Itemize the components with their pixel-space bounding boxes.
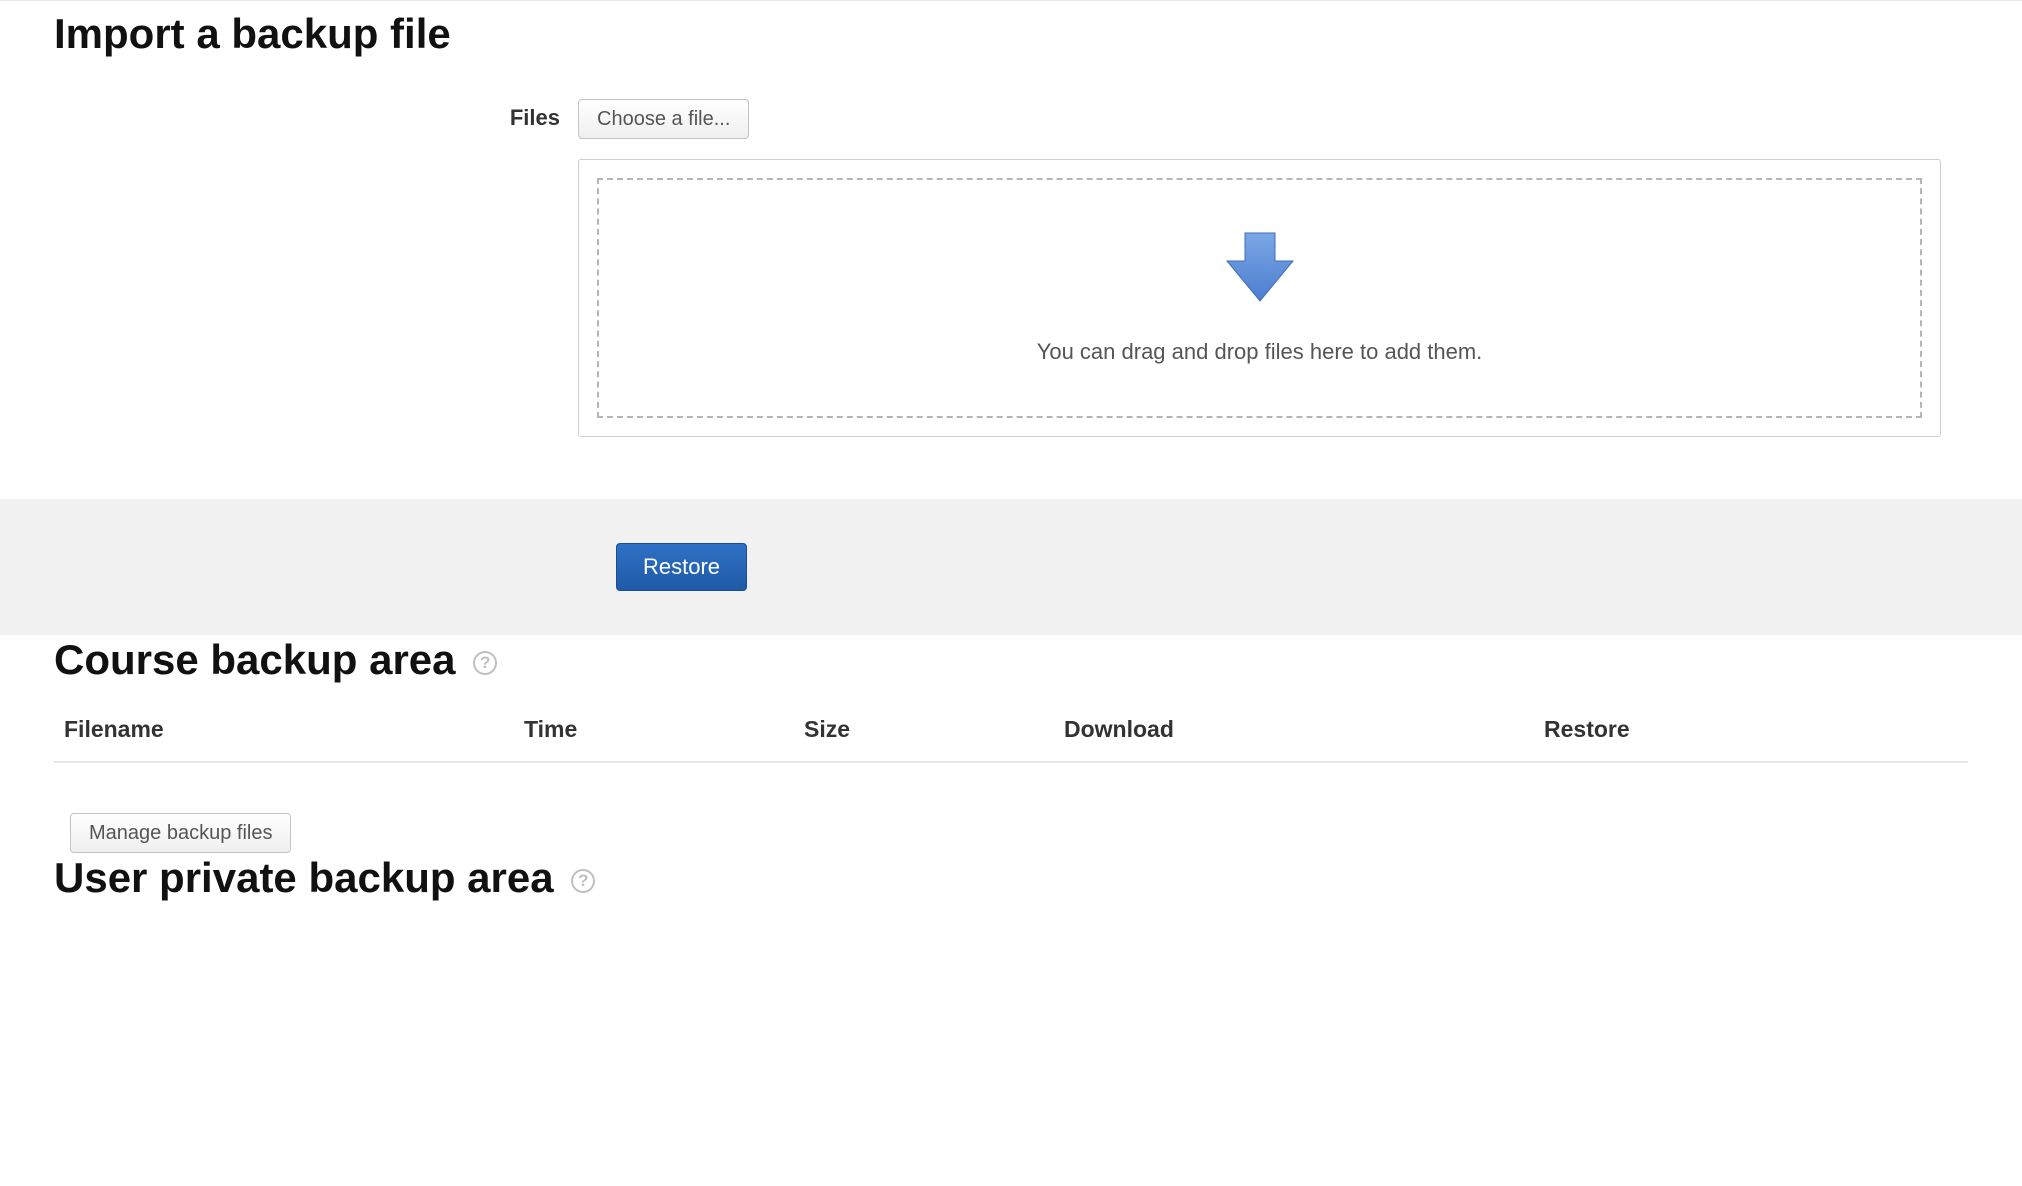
course-backup-heading-text: Course backup area bbox=[54, 636, 456, 683]
restore-button[interactable]: Restore bbox=[616, 543, 747, 591]
file-dropzone[interactable]: You can drag and drop files here to add … bbox=[578, 159, 1941, 437]
course-backup-table-header: Filename Time Size Download Restore bbox=[54, 716, 1968, 762]
import-heading-text: Import a backup file bbox=[54, 10, 451, 57]
col-download: Download bbox=[1064, 716, 1544, 743]
col-restore: Restore bbox=[1544, 716, 1958, 743]
manage-backup-files-button[interactable]: Manage backup files bbox=[70, 813, 291, 853]
restore-action-bar: Restore bbox=[0, 499, 2022, 635]
help-icon[interactable]: ? bbox=[473, 651, 497, 675]
download-arrow-icon bbox=[1225, 231, 1295, 309]
course-backup-heading: Course backup area ? bbox=[0, 635, 2022, 685]
manage-backup-row: Manage backup files bbox=[0, 763, 2022, 853]
import-heading: Import a backup file bbox=[0, 1, 2022, 59]
course-backup-table: Filename Time Size Download Restore bbox=[54, 716, 1968, 763]
files-row: Files Choose a file... bbox=[0, 99, 2022, 437]
col-size: Size bbox=[804, 716, 1064, 743]
col-filename: Filename bbox=[64, 716, 524, 743]
user-private-heading-text: User private backup area bbox=[54, 854, 554, 901]
dropzone-text: You can drag and drop files here to add … bbox=[1037, 339, 1483, 365]
top-divider bbox=[0, 0, 2022, 1]
choose-file-button[interactable]: Choose a file... bbox=[578, 99, 749, 139]
col-time: Time bbox=[524, 716, 804, 743]
files-label: Files bbox=[54, 99, 578, 131]
files-input-col: Choose a file... bbox=[578, 99, 1941, 437]
help-icon[interactable]: ? bbox=[571, 869, 595, 893]
file-dropzone-inner: You can drag and drop files here to add … bbox=[597, 178, 1922, 418]
user-private-heading: User private backup area ? bbox=[0, 853, 2022, 903]
